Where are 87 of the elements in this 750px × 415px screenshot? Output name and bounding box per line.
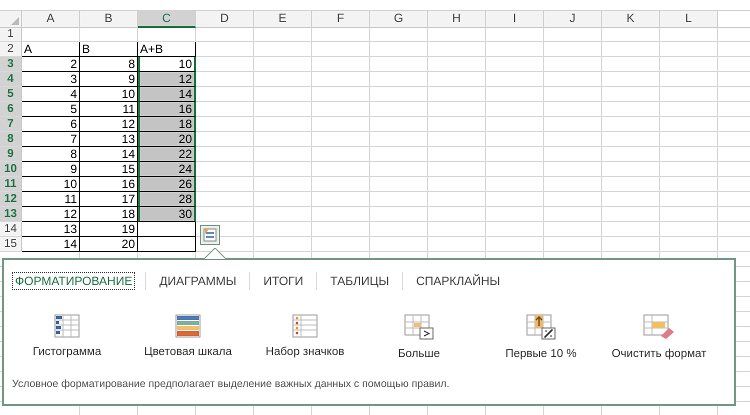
table-cell: 12: [138, 72, 196, 87]
row-header[interactable]: 13: [0, 207, 22, 222]
row-header[interactable]: 3: [0, 57, 22, 72]
row-header[interactable]: 9: [0, 147, 22, 162]
table-cell: 10: [138, 57, 196, 72]
row-header[interactable]: 2: [0, 42, 22, 57]
table-cell: 9: [80, 72, 138, 87]
table-cell: 14: [138, 87, 196, 102]
table-cell: 9: [22, 162, 80, 177]
table-cell: 18: [80, 207, 138, 222]
format-option[interactable]: Очистить формат: [600, 314, 718, 360]
row-header[interactable]: 7: [0, 117, 22, 132]
table-cell: 6: [22, 117, 80, 132]
table-cell: 18: [138, 117, 196, 132]
data-bars-icon: [54, 314, 80, 338]
tab[interactable]: ИТОГИ: [260, 272, 306, 290]
table-cell: 13: [22, 222, 80, 237]
table-cell: 10: [22, 177, 80, 192]
column-header[interactable]: B: [80, 11, 138, 28]
format-option[interactable]: Набор значков: [246, 314, 364, 360]
row-header[interactable]: 8: [0, 132, 22, 147]
quick-analysis-icon: [203, 228, 217, 242]
table-cell: 30: [138, 207, 196, 222]
column-header[interactable]: A: [22, 11, 80, 28]
column-header[interactable]: H: [428, 11, 486, 28]
column-header[interactable]: K: [602, 11, 660, 28]
greater-than-icon: [404, 314, 434, 340]
table-cell: 7: [22, 132, 80, 147]
description-text: Условное форматирование предполагает выделение важных данных с помощью правил.: [12, 378, 450, 390]
color-scale-icon: [175, 314, 201, 338]
table-cell: 2: [22, 57, 80, 72]
table-cell: B: [80, 42, 138, 57]
table-cell: 3: [22, 72, 80, 87]
format-option[interactable]: Цветовая шкала: [134, 314, 242, 360]
row-header[interactable]: 14: [0, 222, 22, 237]
table-cell: 16: [80, 177, 138, 192]
table-cell: 14: [22, 237, 80, 252]
table-cell: 28: [138, 192, 196, 207]
row-header[interactable]: 12: [0, 192, 22, 207]
tab[interactable]: ТАБЛИЦЫ: [327, 272, 392, 290]
table-cell: 12: [22, 207, 80, 222]
table-cell: 20: [138, 132, 196, 147]
table-cell: 13: [80, 132, 138, 147]
top-percent-icon: [526, 314, 556, 340]
table-cell: 8: [80, 57, 138, 72]
column-header[interactable]: L: [660, 11, 718, 28]
table-cell: 11: [22, 192, 80, 207]
tab[interactable]: ФОРМАТИРОВАНИЕ: [12, 272, 136, 290]
column-header[interactable]: G: [370, 11, 428, 28]
format-option[interactable]: Первые 10 %: [482, 314, 600, 360]
tab[interactable]: ДИАГРАММЫ: [156, 272, 240, 290]
column-header[interactable]: D: [196, 11, 254, 28]
quick-analysis-button[interactable]: [200, 225, 220, 245]
row-header[interactable]: 10: [0, 162, 22, 177]
format-option[interactable]: Гистограмма: [8, 314, 126, 360]
row-header[interactable]: 1: [0, 27, 22, 42]
table-cell: 20: [80, 237, 138, 252]
format-option[interactable]: Больше: [364, 314, 474, 360]
column-header[interactable]: J: [544, 11, 602, 28]
table-cell: 22: [138, 147, 196, 162]
icon-set-icon: [292, 314, 318, 338]
table-cell: 5: [22, 102, 80, 117]
column-header[interactable]: I: [486, 11, 544, 28]
column-header[interactable]: F: [312, 11, 370, 28]
table-cell: 8: [22, 147, 80, 162]
table-cell: 17: [80, 192, 138, 207]
row-header[interactable]: 11: [0, 177, 22, 192]
row-header[interactable]: 5: [0, 87, 22, 102]
table-cell: 16: [138, 102, 196, 117]
column-header[interactable]: E: [254, 11, 312, 28]
table-cell: 12: [80, 117, 138, 132]
tab[interactable]: СПАРКЛАЙНЫ: [413, 272, 504, 290]
table-cell: A: [22, 42, 80, 57]
table-cell: 19: [80, 222, 138, 237]
column-header[interactable]: C: [138, 11, 196, 28]
table-cell: 10: [80, 87, 138, 102]
row-header[interactable]: 6: [0, 102, 22, 117]
row-header[interactable]: 4: [0, 72, 22, 87]
table-cell: 4: [22, 87, 80, 102]
table-cell: 15: [80, 162, 138, 177]
table-cell: 26: [138, 177, 196, 192]
row-header[interactable]: 15: [0, 237, 22, 252]
table-cell: 14: [80, 147, 138, 162]
table-cell: 11: [80, 102, 138, 117]
eraser-icon: [643, 314, 675, 340]
table-cell: A+B: [138, 42, 196, 57]
table-cell: 24: [138, 162, 196, 177]
